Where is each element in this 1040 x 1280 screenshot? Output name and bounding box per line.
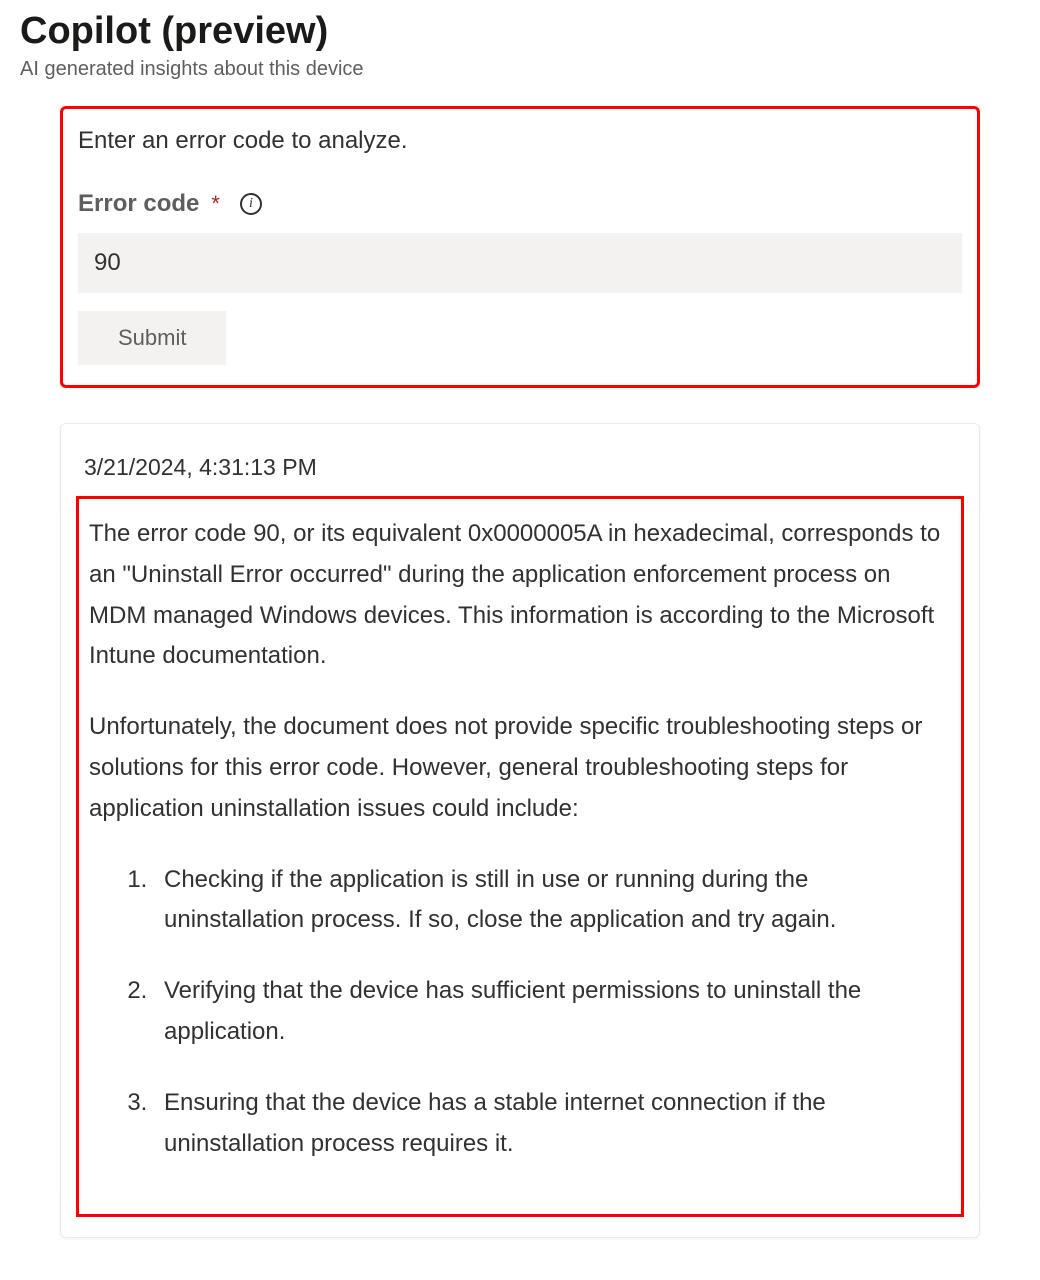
error-code-input[interactable] bbox=[78, 233, 962, 293]
submit-button[interactable]: Submit bbox=[78, 311, 226, 365]
page-title: Copilot (preview) bbox=[0, 0, 1040, 58]
page-subtitle: AI generated insights about this device bbox=[0, 58, 1040, 106]
list-item: Checking if the application is still in … bbox=[154, 860, 951, 942]
info-icon[interactable]: i bbox=[240, 193, 262, 215]
error-code-input-card: Enter an error code to analyze. Error co… bbox=[60, 106, 980, 388]
input-prompt: Enter an error code to analyze. bbox=[78, 127, 962, 155]
required-star: * bbox=[211, 191, 220, 217]
response-paragraph-2: Unfortunately, the document does not pro… bbox=[89, 707, 951, 829]
response-timestamp: 3/21/2024, 4:31:13 PM bbox=[76, 454, 964, 481]
list-item: Ensuring that the device has a stable in… bbox=[154, 1083, 951, 1165]
response-paragraph-1: The error code 90, or its equivalent 0x0… bbox=[89, 514, 951, 677]
response-body: The error code 90, or its equivalent 0x0… bbox=[76, 496, 964, 1217]
error-code-label: Error code bbox=[78, 190, 199, 218]
troubleshooting-steps-list: Checking if the application is still in … bbox=[89, 860, 951, 1165]
list-item: Verifying that the device has sufficient… bbox=[154, 971, 951, 1053]
response-card: 3/21/2024, 4:31:13 PM The error code 90,… bbox=[60, 423, 980, 1238]
field-label-row: Error code * i bbox=[78, 190, 962, 218]
